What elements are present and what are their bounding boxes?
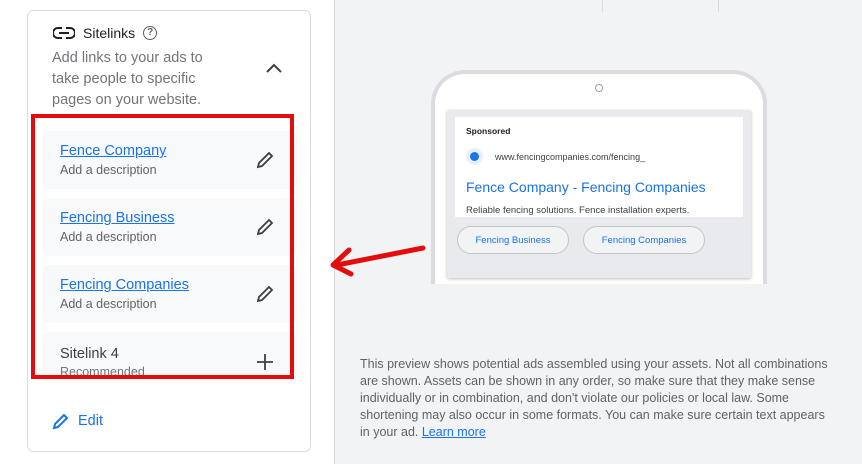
divider bbox=[602, 0, 603, 12]
edit-button[interactable]: Edit bbox=[52, 412, 103, 430]
edit-label: Edit bbox=[78, 413, 103, 429]
sitelink-chip: Fencing Companies bbox=[583, 226, 705, 254]
sitelinks-panel: Sitelinks ? Add links to your ads to tak… bbox=[0, 0, 334, 464]
globe-icon bbox=[466, 148, 483, 165]
highlight-box bbox=[31, 114, 294, 379]
chevron-up-icon[interactable] bbox=[263, 57, 285, 79]
link-icon bbox=[53, 27, 75, 39]
ad-description: Reliable fencing solutions. Fence instal… bbox=[466, 205, 690, 216]
help-icon[interactable]: ? bbox=[143, 26, 158, 40]
pencil-icon bbox=[52, 413, 69, 430]
phone-frame: Sponsored www.fencingcompanies.com/fenci… bbox=[431, 70, 767, 284]
preview-note: This preview shows potential ads assembl… bbox=[360, 356, 830, 441]
sponsored-label: Sponsored bbox=[466, 126, 511, 136]
page: Sitelinks ? Add links to your ads to tak… bbox=[0, 0, 862, 464]
card-header: Sitelinks ? bbox=[53, 25, 158, 41]
card-description: Add links to your ads to take people to … bbox=[52, 50, 203, 108]
learn-more-link[interactable]: Learn more bbox=[422, 425, 486, 439]
camera-dot bbox=[595, 84, 603, 92]
ad-url: www.fencingcompanies.com/fencing_ bbox=[495, 152, 646, 162]
divider bbox=[718, 0, 719, 12]
ad-headline: Fence Company - Fencing Companies bbox=[466, 179, 706, 195]
card-title: Sitelinks bbox=[83, 25, 136, 41]
sitelink-chip: Fencing Business bbox=[457, 226, 569, 254]
phone-screen: Sponsored www.fencingcompanies.com/fenci… bbox=[447, 110, 751, 278]
arrow-icon bbox=[330, 245, 426, 277]
ad-card: Sponsored www.fencingcompanies.com/fenci… bbox=[455, 117, 743, 217]
